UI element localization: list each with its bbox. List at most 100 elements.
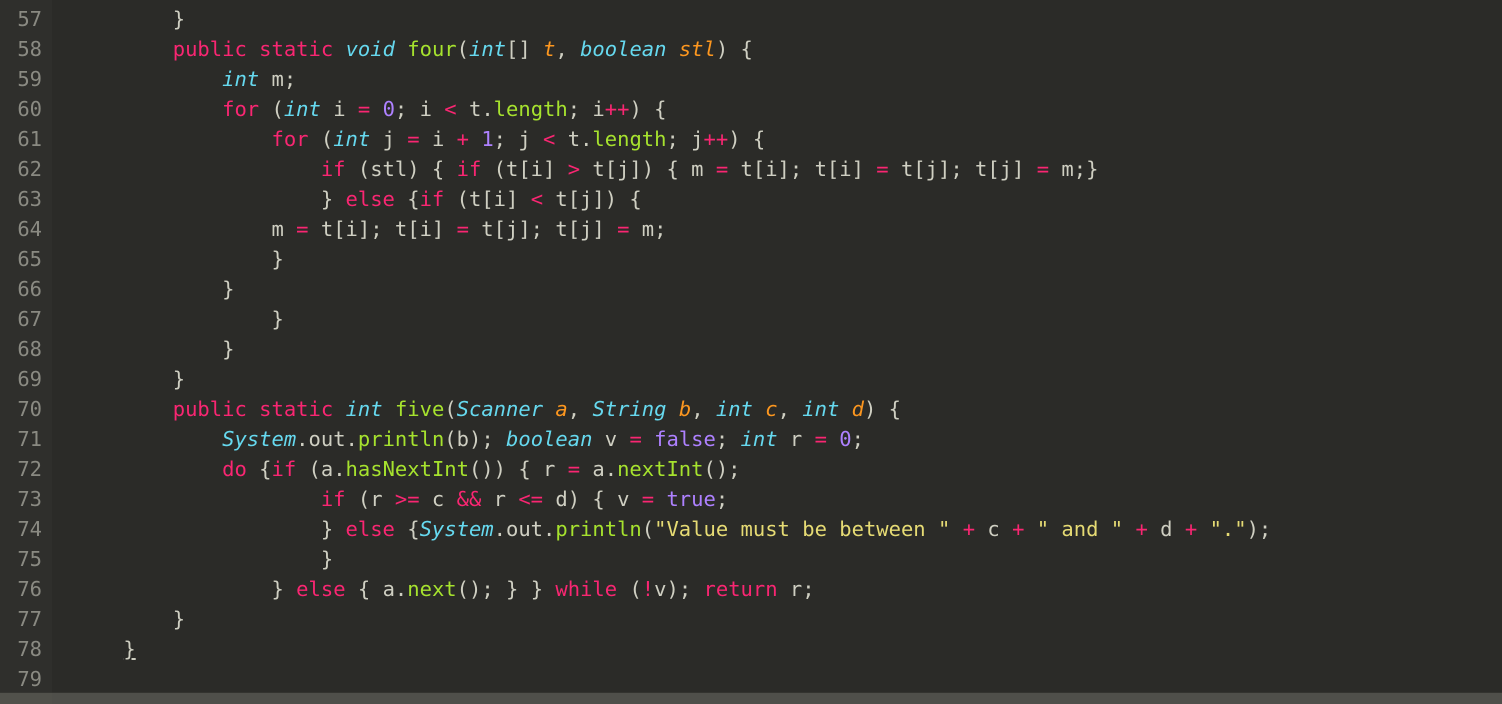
code-line[interactable]: } bbox=[52, 544, 1502, 574]
code-line[interactable]: public static int five(Scanner a, String… bbox=[52, 394, 1502, 424]
token: { bbox=[395, 517, 420, 541]
token: t[i]; t[i] bbox=[728, 157, 876, 181]
token: = bbox=[296, 217, 308, 241]
code-line[interactable]: public static void four(int[] t, boolean… bbox=[52, 34, 1502, 64]
token: ( bbox=[642, 517, 654, 541]
code-line[interactable]: int m; bbox=[52, 64, 1502, 94]
token bbox=[333, 397, 345, 421]
code-line[interactable]: System.out.println(b); boolean v = false… bbox=[52, 424, 1502, 454]
token bbox=[333, 37, 345, 61]
line-number: 71 bbox=[6, 424, 42, 454]
code-line[interactable]: } else {System.out.println("Value must b… bbox=[52, 514, 1502, 544]
token: ; bbox=[716, 427, 741, 451]
token: void bbox=[346, 37, 395, 61]
code-line[interactable]: for (int j = i + 1; j < t.length; j++) { bbox=[52, 124, 1502, 154]
code-line[interactable]: } bbox=[52, 634, 1502, 664]
line-number: 69 bbox=[6, 364, 42, 394]
token: (); } } bbox=[457, 577, 556, 601]
token: "Value must be between " bbox=[654, 517, 950, 541]
code-line[interactable]: } else { a.next(); } } while (!v); retur… bbox=[52, 574, 1502, 604]
token: .out. bbox=[494, 517, 556, 541]
token: t[i]; t[i] bbox=[309, 217, 457, 241]
token bbox=[1024, 517, 1036, 541]
token: = bbox=[407, 127, 419, 151]
token: t. bbox=[457, 97, 494, 121]
token bbox=[839, 397, 851, 421]
token bbox=[247, 37, 259, 61]
token: " and " bbox=[1037, 517, 1123, 541]
code-line[interactable]: } bbox=[52, 304, 1502, 334]
token: } bbox=[123, 637, 135, 661]
token: ; j bbox=[666, 127, 703, 151]
code-line[interactable]: } bbox=[52, 4, 1502, 34]
code-line[interactable]: if (r >= c && r <= d) { v = true; bbox=[52, 484, 1502, 514]
token: ) { bbox=[864, 397, 901, 421]
token: = bbox=[457, 217, 469, 241]
token: t bbox=[543, 37, 555, 61]
token bbox=[654, 487, 666, 511]
token: m; bbox=[259, 67, 296, 91]
token: } bbox=[321, 187, 346, 211]
token: t. bbox=[555, 127, 592, 151]
token: length bbox=[494, 97, 568, 121]
token: >= bbox=[395, 487, 420, 511]
token: ) { bbox=[716, 37, 753, 61]
code-line[interactable]: m = t[i]; t[i] = t[j]; t[j] = m; bbox=[52, 214, 1502, 244]
token: r bbox=[481, 487, 518, 511]
token: { a. bbox=[346, 577, 408, 601]
line-number: 74 bbox=[6, 514, 42, 544]
token: } bbox=[271, 577, 296, 601]
token bbox=[1123, 517, 1135, 541]
token: + bbox=[1012, 517, 1024, 541]
token: { bbox=[395, 187, 420, 211]
token: = bbox=[629, 427, 641, 451]
token: ( bbox=[617, 577, 642, 601]
horizontal-scrollbar[interactable] bbox=[0, 692, 1502, 704]
token: false bbox=[654, 427, 716, 451]
code-editor[interactable]: 5758596061626364656667686970717273747576… bbox=[0, 0, 1502, 704]
token: hasNextInt bbox=[346, 457, 469, 481]
code-line[interactable]: do {if (a.hasNextInt()) { r = a.nextInt(… bbox=[52, 454, 1502, 484]
line-number: 64 bbox=[6, 214, 42, 244]
code-line[interactable]: } bbox=[52, 364, 1502, 394]
code-line[interactable] bbox=[52, 664, 1502, 694]
token bbox=[667, 37, 679, 61]
token: do bbox=[222, 457, 247, 481]
token: && bbox=[457, 487, 482, 511]
line-number: 68 bbox=[6, 334, 42, 364]
token: = bbox=[876, 157, 888, 181]
code-line[interactable]: } else {if (t[i] < t[j]) { bbox=[52, 184, 1502, 214]
token: int bbox=[802, 397, 839, 421]
token: if bbox=[271, 457, 296, 481]
token: int bbox=[222, 67, 259, 91]
code-line[interactable]: if (stl) { if (t[i] > t[j]) { m = t[i]; … bbox=[52, 154, 1502, 184]
token: boolean bbox=[580, 37, 666, 61]
code-line[interactable]: } bbox=[52, 274, 1502, 304]
token: { bbox=[247, 457, 272, 481]
token: int bbox=[716, 397, 753, 421]
token: .out. bbox=[296, 427, 358, 451]
token bbox=[1197, 517, 1209, 541]
token: else bbox=[346, 187, 395, 211]
token: ++ bbox=[704, 127, 729, 151]
token: t[j]) { m bbox=[580, 157, 716, 181]
token: println bbox=[555, 517, 641, 541]
token: d) { v bbox=[543, 487, 642, 511]
code-line[interactable]: } bbox=[52, 604, 1502, 634]
line-number: 78 bbox=[6, 634, 42, 664]
code-line[interactable]: } bbox=[52, 244, 1502, 274]
token: v bbox=[592, 427, 629, 451]
token bbox=[469, 127, 481, 151]
code-line[interactable]: for (int i = 0; i < t.length; i++) { bbox=[52, 94, 1502, 124]
token: ! bbox=[642, 577, 654, 601]
token: int bbox=[469, 37, 506, 61]
token: ; bbox=[852, 427, 864, 451]
line-number: 62 bbox=[6, 154, 42, 184]
code-line[interactable]: } bbox=[52, 334, 1502, 364]
code-area[interactable]: } public static void four(int[] t, boole… bbox=[52, 0, 1502, 704]
token: four bbox=[407, 37, 456, 61]
token: , bbox=[555, 37, 580, 61]
line-number: 67 bbox=[6, 304, 42, 334]
token: m;} bbox=[1049, 157, 1098, 181]
token: } bbox=[222, 337, 234, 361]
